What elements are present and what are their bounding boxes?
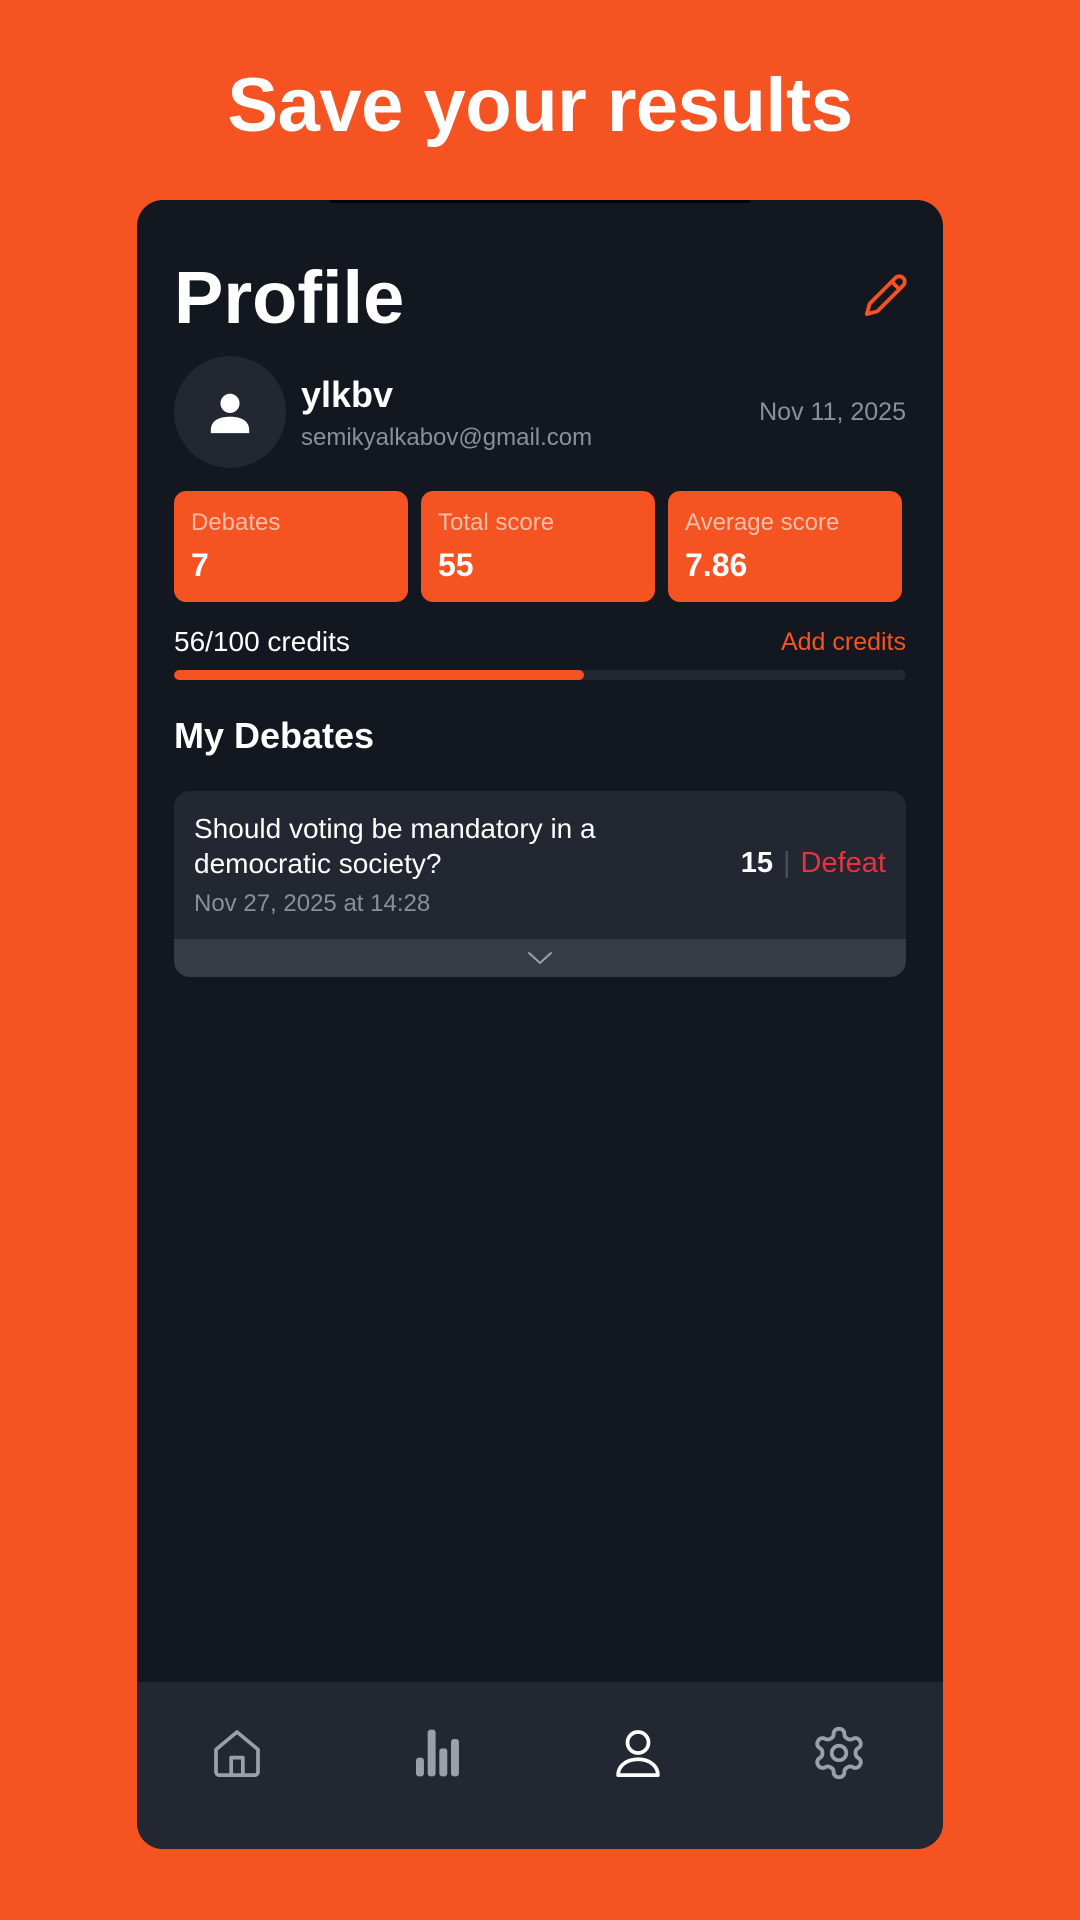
debate-score: 15 (740, 847, 773, 879)
headline: Save your results (227, 63, 853, 148)
username: ylkbv (301, 374, 394, 415)
stat-card-average-score: Average score 7.86 (668, 491, 902, 602)
stat-card-debates: Debates 7 (174, 491, 408, 602)
stat-label: Total score (438, 509, 555, 536)
stat-label: Debates (191, 509, 281, 536)
stat-label: Average score (685, 509, 840, 536)
user-info: ylkbv semikyalkabov@gmail.com Nov 11, 20… (174, 356, 906, 468)
tab-profile[interactable] (601, 1716, 675, 1790)
bottom-tab-bar (137, 1682, 943, 1849)
stat-value: 7 (191, 547, 209, 583)
tab-settings[interactable] (802, 1716, 876, 1790)
debate-question: Should voting be mandatory in a democrat… (194, 813, 596, 879)
join-date: Nov 11, 2025 (759, 398, 906, 426)
tab-stats[interactable] (400, 1716, 474, 1790)
debate-date: Nov 27, 2025 at 14:28 (194, 890, 431, 917)
credits-progress-fill (174, 670, 584, 680)
person-icon (616, 1730, 660, 1778)
page-title: Profile (174, 256, 405, 339)
home-icon (214, 1730, 260, 1778)
stat-card-total-score: Total score 55 (421, 491, 655, 602)
avatar (174, 356, 286, 468)
debate-card[interactable]: Should voting be mandatory in a democrat… (174, 791, 906, 977)
edit-profile-button[interactable] (859, 268, 913, 322)
stat-value: 7.86 (685, 547, 748, 583)
person-avatar-icon (210, 393, 250, 434)
credits-progress-bar (174, 670, 906, 680)
debate-outcome: Defeat (800, 847, 886, 879)
bar-chart-icon (416, 1729, 459, 1777)
gear-icon (815, 1726, 863, 1780)
phone-screen: Profile ylkbv semikyalkabov@gmail.com No… (137, 200, 943, 1849)
tab-home[interactable] (200, 1716, 274, 1790)
user-email: semikyalkabov@gmail.com (301, 424, 593, 451)
result-separator: | (783, 847, 791, 879)
credits-text: 56/100 credits (174, 626, 350, 657)
pencil-icon (864, 274, 907, 317)
notch (330, 200, 750, 203)
stat-value: 55 (438, 547, 474, 583)
stats-row: Debates 7 Total score 55 Average score 7… (174, 491, 906, 602)
debate-result: 15 | Defeat (741, 847, 886, 880)
section-title-my-debates: My Debates (174, 715, 375, 756)
add-credits-link[interactable]: Add credits (781, 628, 906, 657)
expand-debate-button[interactable] (174, 939, 906, 977)
chevron-down-icon (528, 952, 552, 964)
